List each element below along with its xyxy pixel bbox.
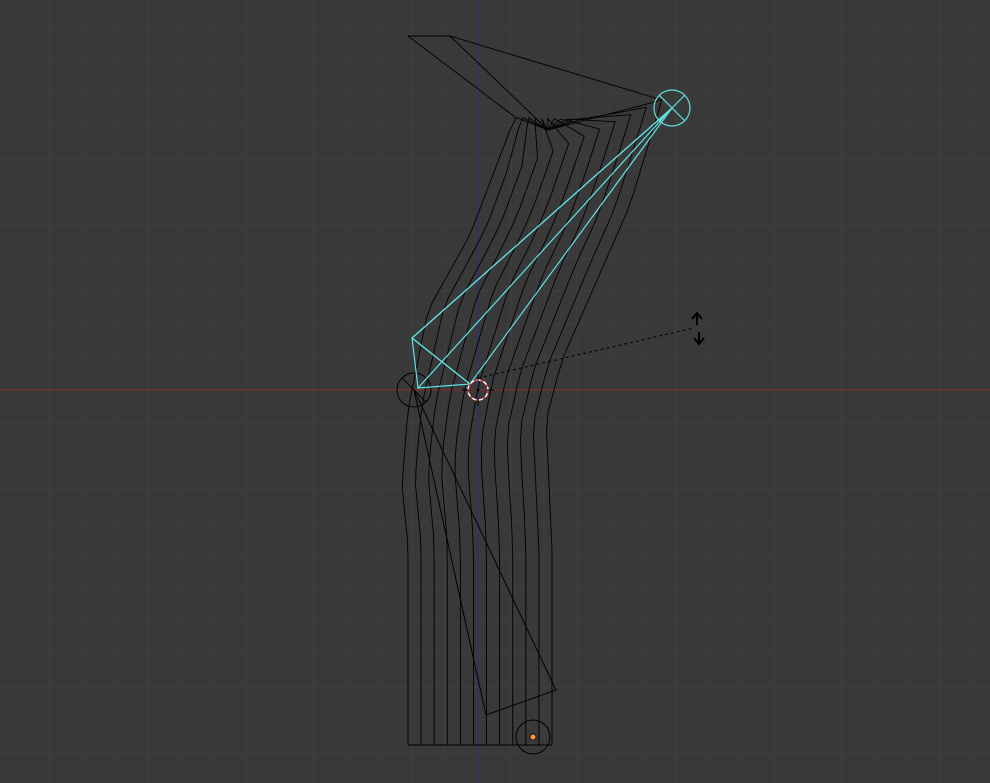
mesh-edge-loop — [506, 118, 616, 745]
shin-bone-body[interactable] — [413, 389, 557, 716]
mesh-edge-loop — [428, 117, 549, 745]
viewport-grid — [0, 0, 990, 783]
mesh-edge-loop — [480, 118, 585, 745]
mesh-edge-loop — [454, 118, 554, 745]
3d-cursor[interactable] — [462, 374, 494, 406]
object-origin-point[interactable] — [529, 733, 537, 741]
thigh-bone[interactable] — [411, 89, 691, 390]
mesh-edge-loop — [493, 118, 601, 745]
rotate-gizmo-line — [477, 327, 695, 379]
mesh-edge-loop — [533, 106, 647, 745]
3d-viewport[interactable] — [0, 0, 990, 783]
rotate-cursor-icon — [691, 311, 705, 346]
mesh-edge-loop — [415, 117, 549, 745]
